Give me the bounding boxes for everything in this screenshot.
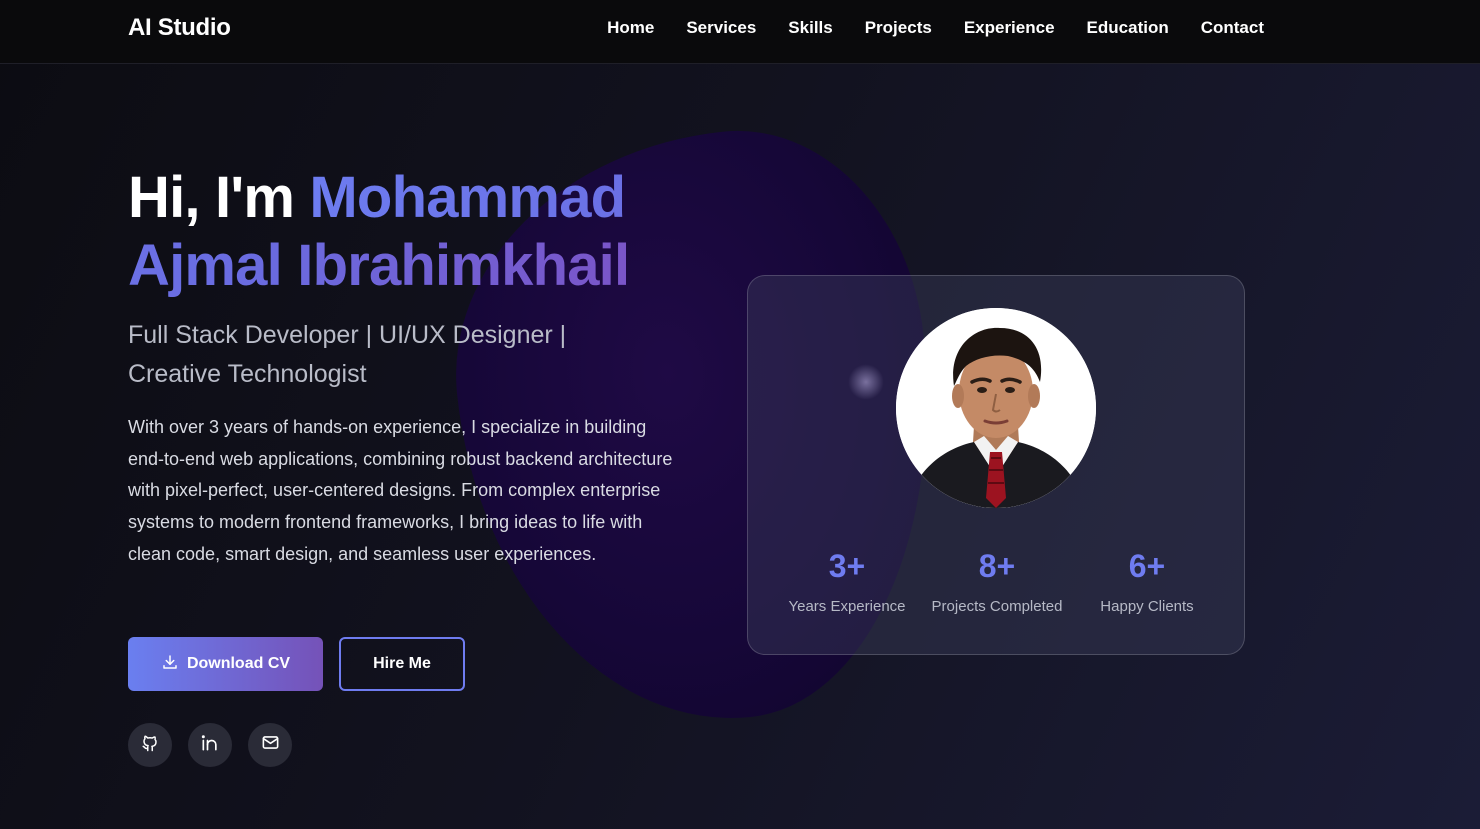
- stat-years-experience: 3+ Years Experience: [772, 546, 922, 615]
- stat-value: 6+: [1128, 548, 1166, 584]
- nav-link-experience[interactable]: Experience: [964, 18, 1055, 38]
- profile-card: 3+ Years Experience 8+ Projects Complete…: [747, 275, 1245, 655]
- hero-title: Hi, I'm Mohammad Ajmal Ibrahimkhail: [128, 164, 688, 300]
- nav-link-skills[interactable]: Skills: [788, 18, 832, 38]
- email-link[interactable]: [248, 723, 292, 767]
- hero-section: Hi, I'm Mohammad Ajmal Ibrahimkhail Full…: [128, 164, 688, 571]
- stat-label: Happy Clients: [1100, 598, 1194, 615]
- brand-logo[interactable]: AI Studio: [128, 14, 231, 42]
- avatar: [896, 308, 1096, 508]
- mail-icon: [261, 733, 280, 757]
- hero-intro: With over 3 years of hands-on experience…: [128, 417, 673, 564]
- nav-link-education[interactable]: Education: [1087, 18, 1169, 38]
- nav-link-home[interactable]: Home: [607, 18, 654, 38]
- decorative-glow: [848, 364, 884, 400]
- hire-me-button[interactable]: Hire Me: [339, 637, 465, 691]
- stat-value: 8+: [978, 548, 1016, 584]
- linkedin-link[interactable]: [188, 723, 232, 767]
- stat-projects-completed: 8+ Projects Completed: [922, 546, 1072, 615]
- social-links: [128, 723, 292, 767]
- hero-greeting: Hi, I'm: [128, 165, 310, 230]
- download-cv-label: Download CV: [186, 655, 291, 672]
- stat-value: 3+: [828, 548, 866, 584]
- stat-label: Years Experience: [788, 598, 906, 615]
- hero-actions: Download CV Hire Me: [128, 637, 465, 691]
- stat-label: Projects Completed: [931, 598, 1063, 615]
- github-link[interactable]: [128, 723, 172, 767]
- stat-happy-clients: 6+ Happy Clients: [1072, 546, 1222, 615]
- github-icon: [141, 734, 159, 757]
- hero-subtitle: Full Stack Developer | UI/UX Designer | …: [128, 321, 567, 388]
- linkedin-icon: [200, 733, 220, 758]
- stats-row: 3+ Years Experience 8+ Projects Complete…: [772, 546, 1222, 615]
- nav-link-projects[interactable]: Projects: [865, 18, 932, 38]
- nav-links: Home Services Skills Projects Experience…: [607, 18, 1264, 38]
- download-icon: [161, 653, 179, 676]
- hire-me-label: Hire Me: [373, 655, 431, 672]
- download-cv-button[interactable]: Download CV: [128, 637, 323, 691]
- top-navbar: AI Studio Home Services Skills Projects …: [0, 0, 1480, 64]
- nav-link-services[interactable]: Services: [686, 18, 756, 38]
- nav-link-contact[interactable]: Contact: [1201, 18, 1264, 38]
